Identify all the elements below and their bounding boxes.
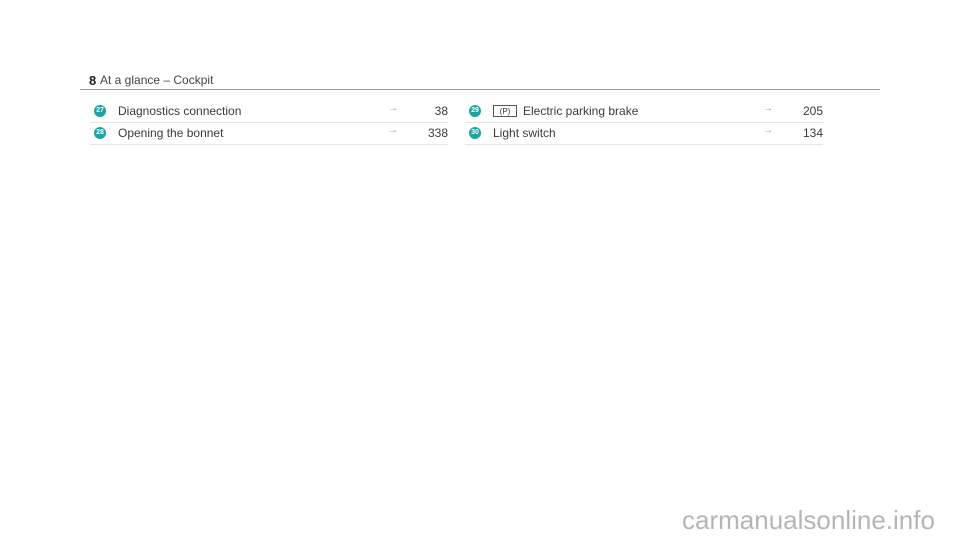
page-reference-link[interactable]: 134 <box>803 126 823 140</box>
list-item: 30 Light switch → 134 <box>465 123 823 145</box>
item-number-badge: 28 <box>94 127 106 139</box>
item-label: Electric parking brake <box>523 104 639 118</box>
left-reference-list: 27 Diagnostics connection → 38 28 Openin… <box>90 101 448 145</box>
watermark: carmanualsonline.info <box>682 505 935 535</box>
page-reference-link[interactable]: 338 <box>428 126 448 140</box>
header-divider <box>80 89 880 90</box>
item-label: Opening the bonnet <box>118 126 224 140</box>
page-reference-link[interactable]: 38 <box>435 104 448 118</box>
page-reference-link[interactable]: 205 <box>803 104 823 118</box>
right-reference-list: 29 (P) Electric parking brake → 205 30 L… <box>465 101 823 145</box>
item-label: Light switch <box>493 126 556 140</box>
item-label: Diagnostics connection <box>118 104 242 118</box>
item-number-badge: 30 <box>469 127 481 139</box>
arrow-right-icon: → <box>388 103 398 114</box>
page-number: 8 <box>89 73 97 88</box>
arrow-right-icon: → <box>388 125 398 136</box>
list-item: 29 (P) Electric parking brake → 205 <box>465 101 823 123</box>
arrow-right-icon: → <box>763 125 773 136</box>
page-title: At a glance – Cockpit <box>100 73 214 87</box>
arrow-right-icon: → <box>763 103 773 114</box>
list-item: 28 Opening the bonnet → 338 <box>90 123 448 145</box>
parking-brake-icon: (P) <box>493 105 517 117</box>
item-number-badge: 29 <box>469 105 481 117</box>
item-number-badge: 27 <box>94 105 106 117</box>
list-item: 27 Diagnostics connection → 38 <box>90 101 448 123</box>
